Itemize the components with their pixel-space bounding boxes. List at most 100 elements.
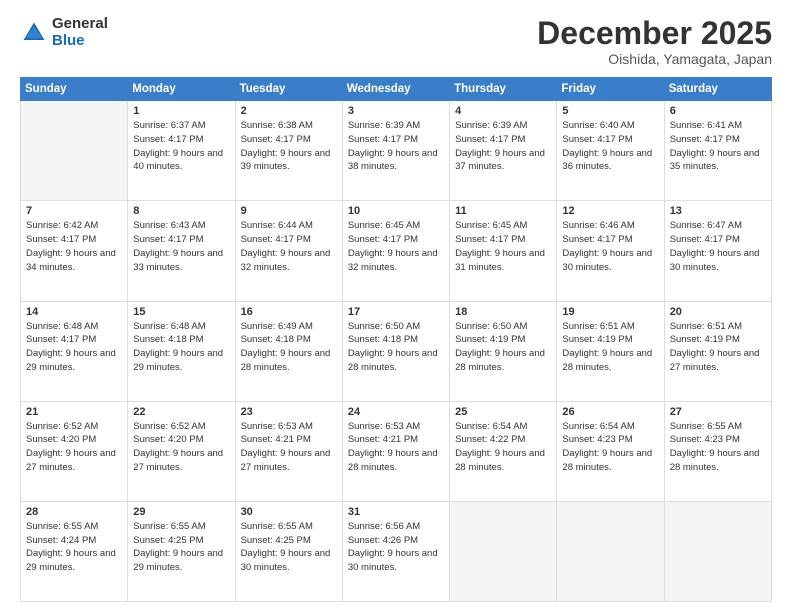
sun-info: Sunrise: 6:52 AMSunset: 4:20 PMDaylight:… xyxy=(133,420,229,475)
month-title: December 2025 xyxy=(537,16,772,51)
calendar-week-row: 28 Sunrise: 6:55 AMSunset: 4:24 PMDaylig… xyxy=(21,501,772,601)
calendar-cell: 29 Sunrise: 6:55 AMSunset: 4:25 PMDaylig… xyxy=(128,501,235,601)
calendar-cell: 4 Sunrise: 6:39 AMSunset: 4:17 PMDayligh… xyxy=(450,101,557,201)
calendar-cell: 28 Sunrise: 6:55 AMSunset: 4:24 PMDaylig… xyxy=(21,501,128,601)
calendar-cell: 11 Sunrise: 6:45 AMSunset: 4:17 PMDaylig… xyxy=(450,201,557,301)
calendar-cell: 31 Sunrise: 6:56 AMSunset: 4:26 PMDaylig… xyxy=(342,501,449,601)
logo-blue: Blue xyxy=(52,33,108,50)
calendar-cell: 15 Sunrise: 6:48 AMSunset: 4:18 PMDaylig… xyxy=(128,301,235,401)
calendar-week-row: 21 Sunrise: 6:52 AMSunset: 4:20 PMDaylig… xyxy=(21,401,772,501)
day-number: 27 xyxy=(670,406,766,418)
day-number: 19 xyxy=(562,306,658,318)
calendar-cell: 18 Sunrise: 6:50 AMSunset: 4:19 PMDaylig… xyxy=(450,301,557,401)
calendar-cell: 10 Sunrise: 6:45 AMSunset: 4:17 PMDaylig… xyxy=(342,201,449,301)
sun-info: Sunrise: 6:39 AMSunset: 4:17 PMDaylight:… xyxy=(348,119,444,174)
calendar-cell: 26 Sunrise: 6:54 AMSunset: 4:23 PMDaylig… xyxy=(557,401,664,501)
sun-info: Sunrise: 6:54 AMSunset: 4:22 PMDaylight:… xyxy=(455,420,551,475)
sun-info: Sunrise: 6:50 AMSunset: 4:18 PMDaylight:… xyxy=(348,320,444,375)
calendar-cell: 20 Sunrise: 6:51 AMSunset: 4:19 PMDaylig… xyxy=(664,301,771,401)
day-number: 4 xyxy=(455,105,551,117)
col-monday: Monday xyxy=(128,78,235,101)
calendar-cell: 27 Sunrise: 6:55 AMSunset: 4:23 PMDaylig… xyxy=(664,401,771,501)
calendar-cell xyxy=(450,501,557,601)
day-number: 22 xyxy=(133,406,229,418)
day-number: 12 xyxy=(562,205,658,217)
day-number: 10 xyxy=(348,205,444,217)
calendar-cell: 14 Sunrise: 6:48 AMSunset: 4:17 PMDaylig… xyxy=(21,301,128,401)
day-number: 24 xyxy=(348,406,444,418)
sun-info: Sunrise: 6:55 AMSunset: 4:25 PMDaylight:… xyxy=(241,520,337,575)
calendar-cell: 25 Sunrise: 6:54 AMSunset: 4:22 PMDaylig… xyxy=(450,401,557,501)
sun-info: Sunrise: 6:55 AMSunset: 4:24 PMDaylight:… xyxy=(26,520,122,575)
day-number: 2 xyxy=(241,105,337,117)
calendar-cell: 21 Sunrise: 6:52 AMSunset: 4:20 PMDaylig… xyxy=(21,401,128,501)
day-number: 26 xyxy=(562,406,658,418)
title-section: December 2025 Oishida, Yamagata, Japan xyxy=(537,16,772,67)
col-wednesday: Wednesday xyxy=(342,78,449,101)
sun-info: Sunrise: 6:53 AMSunset: 4:21 PMDaylight:… xyxy=(241,420,337,475)
sun-info: Sunrise: 6:55 AMSunset: 4:25 PMDaylight:… xyxy=(133,520,229,575)
sun-info: Sunrise: 6:45 AMSunset: 4:17 PMDaylight:… xyxy=(455,219,551,274)
sun-info: Sunrise: 6:52 AMSunset: 4:20 PMDaylight:… xyxy=(26,420,122,475)
calendar-cell: 23 Sunrise: 6:53 AMSunset: 4:21 PMDaylig… xyxy=(235,401,342,501)
calendar-cell xyxy=(21,101,128,201)
col-sunday: Sunday xyxy=(21,78,128,101)
page: General Blue December 2025 Oishida, Yama… xyxy=(0,0,792,612)
sun-info: Sunrise: 6:41 AMSunset: 4:17 PMDaylight:… xyxy=(670,119,766,174)
calendar-week-row: 14 Sunrise: 6:48 AMSunset: 4:17 PMDaylig… xyxy=(21,301,772,401)
day-number: 13 xyxy=(670,205,766,217)
calendar-cell: 7 Sunrise: 6:42 AMSunset: 4:17 PMDayligh… xyxy=(21,201,128,301)
sun-info: Sunrise: 6:42 AMSunset: 4:17 PMDaylight:… xyxy=(26,219,122,274)
day-number: 31 xyxy=(348,506,444,518)
sun-info: Sunrise: 6:51 AMSunset: 4:19 PMDaylight:… xyxy=(562,320,658,375)
day-number: 5 xyxy=(562,105,658,117)
sun-info: Sunrise: 6:47 AMSunset: 4:17 PMDaylight:… xyxy=(670,219,766,274)
calendar-week-row: 7 Sunrise: 6:42 AMSunset: 4:17 PMDayligh… xyxy=(21,201,772,301)
col-friday: Friday xyxy=(557,78,664,101)
header: General Blue December 2025 Oishida, Yama… xyxy=(20,16,772,67)
calendar-cell: 17 Sunrise: 6:50 AMSunset: 4:18 PMDaylig… xyxy=(342,301,449,401)
calendar-cell: 6 Sunrise: 6:41 AMSunset: 4:17 PMDayligh… xyxy=(664,101,771,201)
sun-info: Sunrise: 6:40 AMSunset: 4:17 PMDaylight:… xyxy=(562,119,658,174)
calendar-cell: 19 Sunrise: 6:51 AMSunset: 4:19 PMDaylig… xyxy=(557,301,664,401)
day-number: 7 xyxy=(26,205,122,217)
sun-info: Sunrise: 6:53 AMSunset: 4:21 PMDaylight:… xyxy=(348,420,444,475)
calendar-header-row: Sunday Monday Tuesday Wednesday Thursday… xyxy=(21,78,772,101)
col-tuesday: Tuesday xyxy=(235,78,342,101)
sun-info: Sunrise: 6:44 AMSunset: 4:17 PMDaylight:… xyxy=(241,219,337,274)
calendar-cell: 2 Sunrise: 6:38 AMSunset: 4:17 PMDayligh… xyxy=(235,101,342,201)
logo-text: General Blue xyxy=(52,16,108,49)
sun-info: Sunrise: 6:48 AMSunset: 4:18 PMDaylight:… xyxy=(133,320,229,375)
day-number: 30 xyxy=(241,506,337,518)
day-number: 11 xyxy=(455,205,551,217)
calendar-cell: 8 Sunrise: 6:43 AMSunset: 4:17 PMDayligh… xyxy=(128,201,235,301)
calendar-cell: 9 Sunrise: 6:44 AMSunset: 4:17 PMDayligh… xyxy=(235,201,342,301)
day-number: 28 xyxy=(26,506,122,518)
sun-info: Sunrise: 6:43 AMSunset: 4:17 PMDaylight:… xyxy=(133,219,229,274)
day-number: 18 xyxy=(455,306,551,318)
calendar-table: Sunday Monday Tuesday Wednesday Thursday… xyxy=(20,77,772,602)
calendar-cell: 12 Sunrise: 6:46 AMSunset: 4:17 PMDaylig… xyxy=(557,201,664,301)
logo: General Blue xyxy=(20,16,108,49)
calendar-week-row: 1 Sunrise: 6:37 AMSunset: 4:17 PMDayligh… xyxy=(21,101,772,201)
day-number: 9 xyxy=(241,205,337,217)
col-thursday: Thursday xyxy=(450,78,557,101)
day-number: 21 xyxy=(26,406,122,418)
sun-info: Sunrise: 6:56 AMSunset: 4:26 PMDaylight:… xyxy=(348,520,444,575)
calendar-cell: 22 Sunrise: 6:52 AMSunset: 4:20 PMDaylig… xyxy=(128,401,235,501)
day-number: 3 xyxy=(348,105,444,117)
calendar-cell: 1 Sunrise: 6:37 AMSunset: 4:17 PMDayligh… xyxy=(128,101,235,201)
sun-info: Sunrise: 6:49 AMSunset: 4:18 PMDaylight:… xyxy=(241,320,337,375)
calendar-cell: 5 Sunrise: 6:40 AMSunset: 4:17 PMDayligh… xyxy=(557,101,664,201)
day-number: 16 xyxy=(241,306,337,318)
day-number: 23 xyxy=(241,406,337,418)
calendar-cell xyxy=(664,501,771,601)
location: Oishida, Yamagata, Japan xyxy=(537,51,772,67)
sun-info: Sunrise: 6:38 AMSunset: 4:17 PMDaylight:… xyxy=(241,119,337,174)
calendar-cell: 16 Sunrise: 6:49 AMSunset: 4:18 PMDaylig… xyxy=(235,301,342,401)
day-number: 1 xyxy=(133,105,229,117)
col-saturday: Saturday xyxy=(664,78,771,101)
sun-info: Sunrise: 6:50 AMSunset: 4:19 PMDaylight:… xyxy=(455,320,551,375)
calendar-cell: 13 Sunrise: 6:47 AMSunset: 4:17 PMDaylig… xyxy=(664,201,771,301)
day-number: 20 xyxy=(670,306,766,318)
